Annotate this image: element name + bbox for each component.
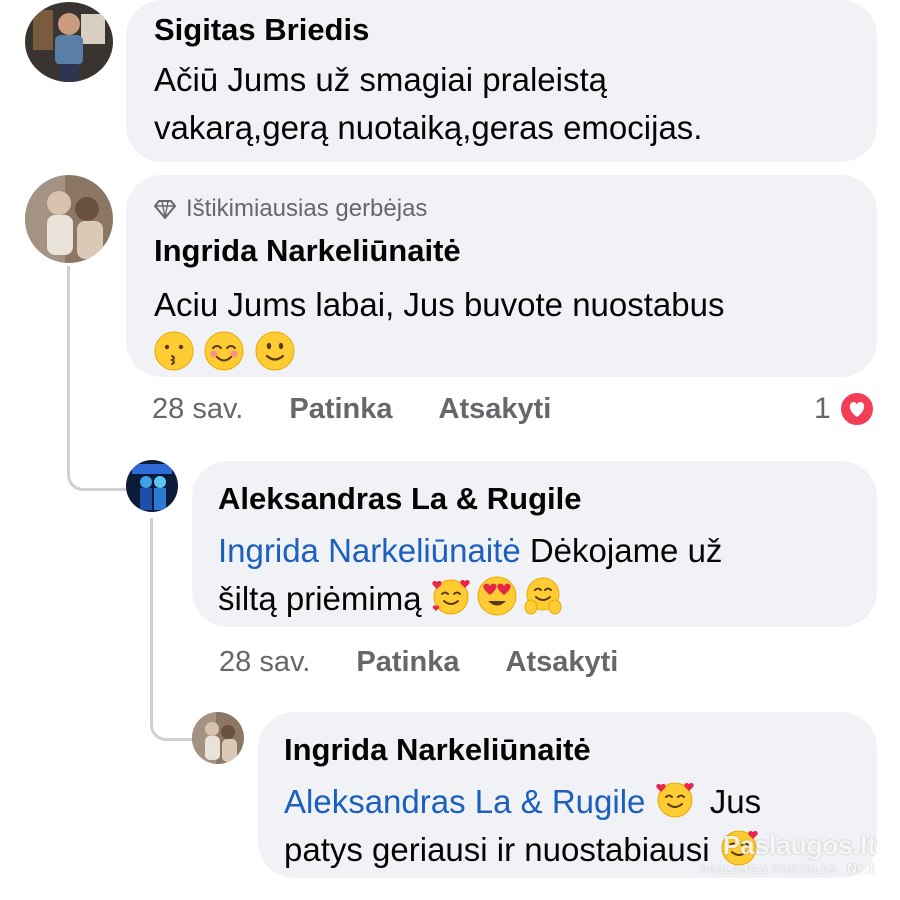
watermark: Paslaugos.lt PASLAUGŲ PORTALAS Nr.1 [701,830,876,876]
watermark-subtitle-text: PASLAUGŲ PORTALAS [700,864,838,876]
comment-time[interactable]: 28 sav. [152,393,243,426]
comment-text-line: Aciu Jums labai, Jus buvote nuostabus [154,286,725,323]
heart-reaction-icon [838,391,875,427]
smiling-hearts-icon [655,782,694,818]
reaction-summary[interactable]: 1 [814,391,875,427]
top-fan-badge: Ištikimiausias gerbėjas [154,193,849,225]
reply-time[interactable]: 28 sav. [219,646,310,679]
comment-actions: 28 sav. Patinka Atsakyti [152,393,597,426]
comment-author[interactable]: Sigitas Briedis [154,10,849,50]
avatar-sigitas[interactable] [25,2,113,82]
reply-author[interactable]: Ingrida Narkeliūnaitė [284,730,851,770]
avatar-aleksandras[interactable] [126,460,178,512]
avatar-image [192,712,244,764]
mention-link[interactable]: Aleksandras La & Rugile [284,783,645,820]
watermark-title: Paslaugos.lt [722,830,876,860]
reply-text-line: Aleksandras La & Rugile Jus [284,778,851,826]
hugging-face-icon [524,577,562,615]
reply-button[interactable]: Atsakyti [439,393,552,426]
watermark-subtitle: PASLAUGŲ PORTALAS Nr.1 [701,861,876,876]
comment-emoji-row [154,331,849,371]
thread-connector [67,266,128,491]
avatar-ingrida[interactable] [25,175,113,263]
reaction-count: 1 [814,392,831,425]
reply-text-part: Jus [700,783,762,820]
badge-label: Ištikimiausias gerbėjas [186,195,428,222]
reply-text-part: Dėkojame už [520,532,723,569]
heart-eyes-icon [477,576,517,616]
avatar-ingrida-reply[interactable] [192,712,244,764]
smiling-blush-icon [204,331,244,371]
comment-text-line: Ačiū Jums už smagiai praleistą [154,61,608,98]
reply-text-part: patys geriausi ir nuostabiausi [284,831,719,868]
comment-author[interactable]: Ingrida Narkeliūnaitė [154,231,849,271]
kissing-face-icon [154,331,194,371]
reply-text-part: šiltą priėmimą [218,580,431,617]
thread-connector [150,518,195,741]
reply-bubble: Aleksandras La & Rugile Ingrida Narkeliū… [192,461,877,627]
slight-smile-icon [255,331,295,371]
comment-thread: Sigitas Briedis Ačiū Jums už smagiai pra… [0,0,900,900]
like-button[interactable]: Patinka [289,393,392,426]
comment-bubble: Ištikimiausias gerbėjas Ingrida Narkeliū… [126,175,877,377]
reply-text-line: Ingrida Narkeliūnaitė Dėkojame už [218,527,851,575]
reply-button[interactable]: Atsakyti [506,646,619,679]
avatar-image [25,175,113,263]
comment-bubble: Sigitas Briedis Ačiū Jums už smagiai pra… [126,0,877,162]
avatar-image [126,460,178,512]
reply-text-line: šiltą priėmimą [218,575,851,623]
avatar-image [25,2,113,82]
reply-author[interactable]: Aleksandras La & Rugile [218,479,851,519]
diamond-icon [154,200,176,219]
smiling-hearts-icon [432,579,470,615]
reply-actions: 28 sav. Patinka Atsakyti [219,646,664,679]
comment-text-line: vakarą,gerą nuotaiką,geras emocijas. [154,109,703,146]
watermark-badge: Nr.1 [847,861,876,876]
like-button[interactable]: Patinka [356,646,459,679]
mention-link[interactable]: Ingrida Narkeliūnaitė [218,532,521,569]
